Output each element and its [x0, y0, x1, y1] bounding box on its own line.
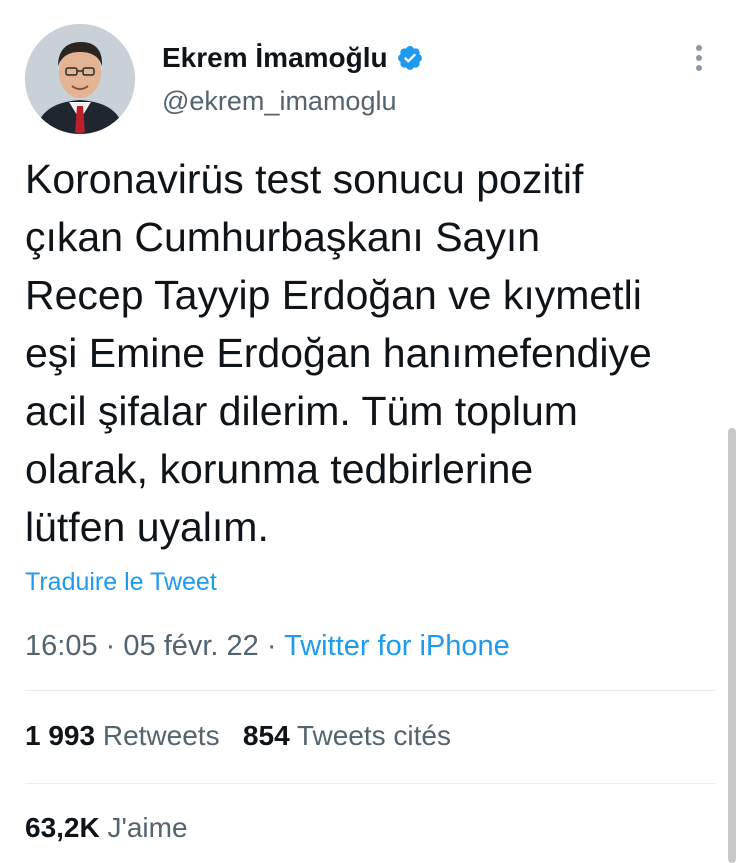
divider — [25, 783, 715, 784]
divider — [25, 690, 715, 691]
tweet-source-link[interactable]: Twitter for iPhone — [284, 630, 510, 662]
tweet-text-line: Recep Tayyip Erdoğan ve kıymetli — [25, 272, 642, 318]
tweet-text-line: eşi Emine Erdoğan hanımefendiye — [25, 330, 652, 376]
author-name-row[interactable]: Ekrem İmamoğlu — [162, 38, 424, 78]
retweets-stat[interactable]: 1 993 Retweets — [25, 720, 220, 751]
more-dot — [696, 45, 702, 51]
quote-tweets-count: 854 — [242, 720, 290, 751]
more-options-icon[interactable] — [686, 38, 712, 78]
tweet-text-line: acil şifalar dilerim. Tüm toplum — [25, 388, 578, 434]
author-handle[interactable]: @ekrem_imamoglu — [162, 86, 396, 117]
meta-separator: · — [105, 630, 116, 662]
tweet-text-line: olarak, korunma tedbirlerine — [25, 446, 534, 492]
profile-photo-icon — [25, 24, 135, 134]
tweet-text-line: Koronavirüs test sonucu pozitif — [25, 156, 584, 202]
tweet-date[interactable]: 05 févr. 22 — [123, 630, 258, 662]
likes-label: J'aime — [107, 812, 188, 843]
meta-separator: · — [266, 630, 277, 662]
more-dot — [696, 55, 702, 61]
more-dot — [696, 65, 702, 71]
retweets-label: Retweets — [102, 720, 220, 751]
author-display-name[interactable]: Ekrem İmamoğlu — [162, 42, 388, 74]
tweet-text-line: lütfen uyalım. — [25, 504, 269, 550]
tweet-meta: 16:05 · 05 févr. 22 · Twitter for iPhone — [25, 630, 510, 663]
translate-tweet-link[interactable]: Traduire le Tweet — [25, 568, 217, 597]
quote-tweets-label: Tweets cités — [296, 720, 451, 751]
retweets-count: 1 993 — [25, 720, 96, 751]
tweet-text: Koronavirüs test sonucu pozitif çıkan Cu… — [25, 150, 715, 556]
likes-count: 63,2K — [25, 812, 100, 843]
tweet-time[interactable]: 16:05 — [25, 630, 98, 662]
stats-row: 1 993 Retweets 854 Tweets cités — [25, 720, 451, 752]
tweet-text-line: çıkan Cumhurbaşkanı Sayın — [25, 214, 541, 260]
quote-tweets-stat[interactable]: 854 Tweets cités — [243, 720, 451, 751]
avatar[interactable] — [25, 24, 135, 134]
scrollbar[interactable] — [728, 428, 736, 863]
verified-badge-icon — [397, 46, 422, 70]
likes-stat[interactable]: 63,2K J'aime — [25, 812, 188, 844]
